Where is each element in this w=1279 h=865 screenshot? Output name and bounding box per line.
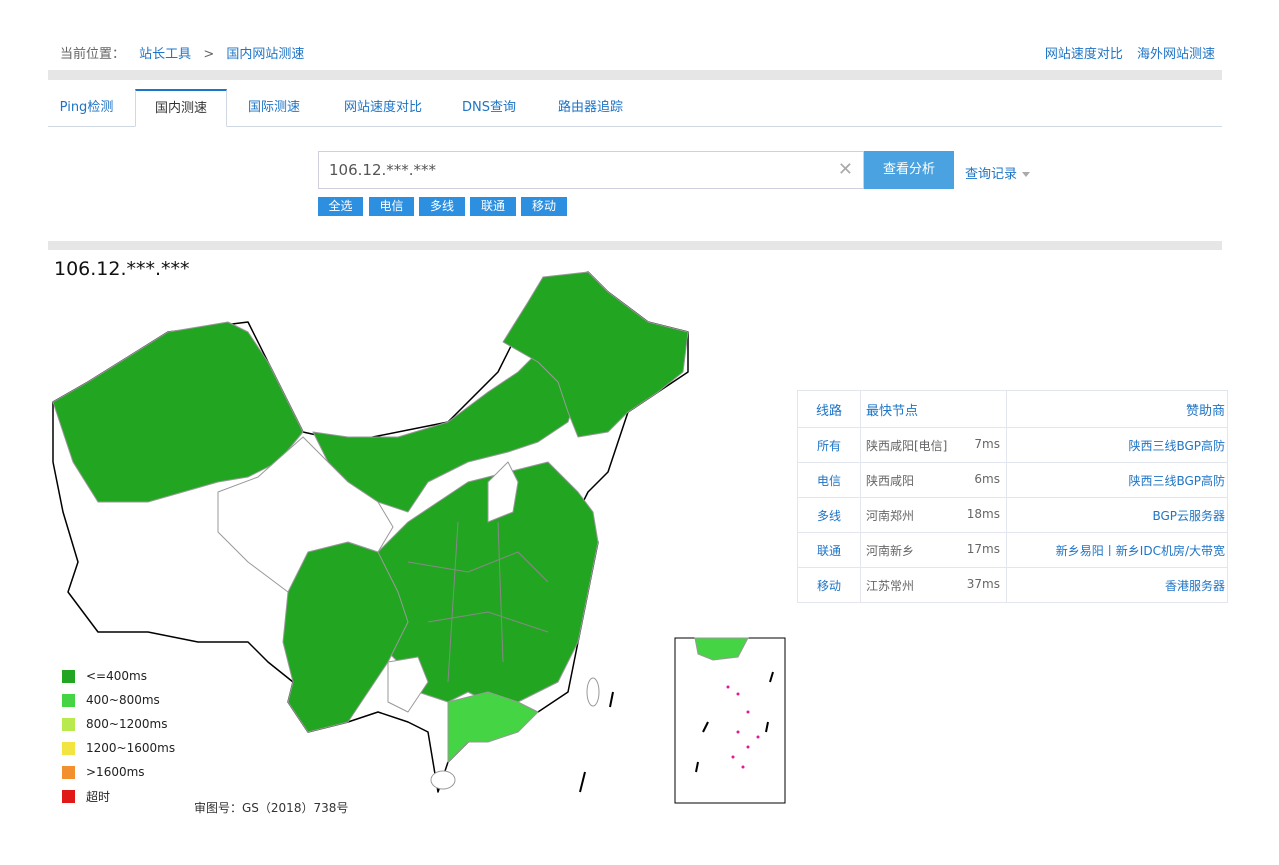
- legend-item: <=400ms: [62, 664, 175, 688]
- header-sponsor: 赞助商: [1006, 390, 1228, 428]
- legend-label: 超时: [86, 789, 111, 804]
- row-latency: 18ms: [966, 506, 1000, 521]
- breadcrumb-separator: >: [203, 47, 215, 62]
- row-line: 电信: [797, 462, 861, 498]
- row-line: 移动: [797, 567, 861, 603]
- breadcrumb-prefix: 当前位置：: [60, 47, 126, 62]
- legend-label: >1600ms: [86, 765, 145, 779]
- row-sponsor-link[interactable]: 新乡易阳丨新乡IDC机房/大带宽: [1056, 544, 1225, 558]
- filter-mobile-button[interactable]: 移动: [521, 197, 567, 216]
- legend-swatch: [62, 765, 75, 779]
- row-node: 河南郑州: [866, 508, 915, 523]
- map-region-hainan: [430, 770, 456, 790]
- row-node: 陕西咸阳: [866, 473, 915, 488]
- map-region-taiwan: [586, 677, 600, 707]
- breadcrumb: 当前位置： 站长工具 > 国内网站测速: [60, 43, 304, 62]
- filter-multiline-button[interactable]: 多线: [419, 197, 465, 216]
- ip-input[interactable]: [319, 152, 819, 188]
- row-sponsor-link[interactable]: 陕西三线BGP高防: [1128, 474, 1225, 488]
- row-node: 江苏常州: [866, 578, 915, 593]
- legend-label: 400~800ms: [86, 693, 160, 707]
- top-links: 网站速度对比 海外网站测速: [1035, 43, 1215, 62]
- row-node: 陕西咸阳[电信]: [866, 438, 948, 453]
- legend-swatch: [62, 789, 75, 803]
- chevron-down-icon: [1022, 172, 1031, 177]
- filter-all-button[interactable]: 全选: [318, 197, 363, 216]
- legend-label: 800~1200ms: [86, 717, 168, 731]
- row-node: 河南新乡: [866, 543, 915, 558]
- search-box: ✕: [318, 151, 864, 189]
- tab-domestic-speed[interactable]: 国内测速: [135, 89, 227, 127]
- table-row: 多线 河南郑州 18ms BGP云服务器: [797, 497, 1228, 533]
- table-row: 移动 江苏常州 37ms 香港服务器: [797, 567, 1228, 603]
- south-china-sea-inset: [674, 637, 786, 804]
- overseas-speed-link[interactable]: 海外网站测速: [1137, 47, 1215, 62]
- table-header-row: 线路 最快节点 赞助商: [797, 390, 1228, 428]
- header-fastest-node: 最快节点: [860, 390, 1007, 428]
- row-sponsor-link[interactable]: BGP云服务器: [1152, 509, 1225, 523]
- legend-item: >1600ms: [62, 760, 175, 784]
- tab-dns[interactable]: DNS查询: [449, 90, 529, 125]
- map-approval-number: 审图号：GS（2018）738号: [194, 801, 349, 815]
- legend-item: 1200~1600ms: [62, 736, 175, 760]
- table-row: 电信 陕西咸阳 6ms 陕西三线BGP高防: [797, 462, 1228, 498]
- row-line: 多线: [797, 497, 861, 533]
- tab-speed-compare[interactable]: 网站速度对比: [333, 90, 433, 125]
- filter-unicom-button[interactable]: 联通: [470, 197, 516, 216]
- header-line: 线路: [797, 390, 861, 428]
- tab-international-speed[interactable]: 国际测速: [234, 90, 314, 125]
- legend-swatch: [62, 693, 75, 707]
- legend-swatch: [62, 717, 75, 731]
- tab-ping[interactable]: Ping检测: [48, 90, 125, 125]
- row-sponsor-link[interactable]: 香港服务器: [1165, 579, 1225, 593]
- legend-item: 超时: [62, 784, 175, 808]
- legend-swatch: [62, 669, 75, 683]
- row-latency: 7ms: [974, 436, 1000, 451]
- row-latency: 37ms: [966, 576, 1000, 591]
- filter-telecom-button[interactable]: 电信: [369, 197, 414, 216]
- row-sponsor-link[interactable]: 陕西三线BGP高防: [1128, 439, 1225, 453]
- row-line: 联通: [797, 532, 861, 568]
- query-history-dropdown[interactable]: 查询记录: [965, 163, 1031, 182]
- legend-item: 800~1200ms: [62, 712, 175, 736]
- row-latency: 6ms: [974, 471, 1000, 486]
- legend-label: 1200~1600ms: [86, 741, 176, 755]
- fastest-node-table: 线路 最快节点 赞助商 所有 陕西咸阳[电信] 7ms 陕西三线BGP高防 电信 …: [797, 390, 1228, 603]
- legend-label: <=400ms: [86, 669, 147, 683]
- close-icon[interactable]: ✕: [838, 159, 853, 180]
- tab-traceroute[interactable]: 路由器追踪: [548, 90, 633, 125]
- query-history-label: 查询记录: [965, 167, 1018, 182]
- legend-item: 400~800ms: [62, 688, 175, 712]
- analyze-button[interactable]: 查看分析: [864, 151, 954, 189]
- table-row: 所有 陕西咸阳[电信] 7ms 陕西三线BGP高防: [797, 427, 1228, 463]
- tab-bar: Ping检测 国内测速 国际测速 网站速度对比 DNS查询 路由器追踪: [48, 89, 1222, 127]
- speed-compare-link[interactable]: 网站速度对比: [1045, 47, 1123, 62]
- row-line: 所有: [797, 427, 861, 463]
- legend-swatch: [62, 741, 75, 755]
- legend: <=400ms 400~800ms 800~1200ms 1200~1600ms…: [62, 664, 175, 808]
- divider-band: [48, 70, 1222, 80]
- table-row: 联通 河南新乡 17ms 新乡易阳丨新乡IDC机房/大带宽: [797, 532, 1228, 568]
- breadcrumb-home-link[interactable]: 站长工具: [139, 47, 191, 62]
- breadcrumb-current-link[interactable]: 国内网站测速: [226, 47, 304, 62]
- row-latency: 17ms: [966, 541, 1000, 556]
- divider-band: [48, 241, 1222, 250]
